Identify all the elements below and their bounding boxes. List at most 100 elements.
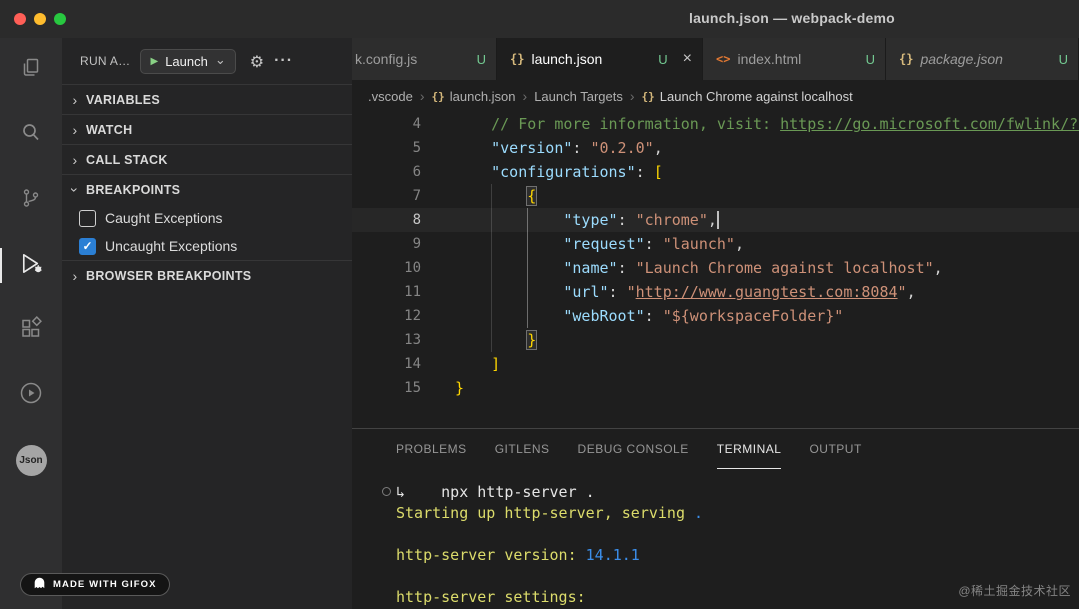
line-number[interactable]: 14 [352, 352, 421, 376]
code-line-11[interactable]: 11 "url": "http://www.guangtest.com:8084… [352, 280, 1079, 304]
git-untracked-badge: U [866, 52, 875, 67]
close-tab-icon[interactable]: × [683, 50, 692, 68]
section-header-call-stack[interactable]: ›CALL STACK [62, 144, 352, 174]
explorer-icon [19, 56, 43, 85]
code-line-text: { [421, 184, 536, 208]
code-line-13[interactable]: 13 } [352, 328, 1079, 352]
window-controls [14, 13, 66, 25]
chevron-right-icon: › [523, 88, 528, 104]
html-file-icon: <> [716, 52, 730, 66]
more-actions-icon[interactable]: ··· [274, 52, 293, 70]
line-number[interactable]: 5 [352, 136, 421, 160]
line-number[interactable]: 10 [352, 256, 421, 280]
line-number[interactable]: 12 [352, 304, 421, 328]
editor-tab-index-html[interactable]: <> index.html U [703, 38, 886, 80]
close-window-button[interactable] [14, 13, 26, 25]
breadcrumb-item-launch-json[interactable]: {}launch.json [431, 89, 515, 104]
run-debug-sidebar: RUN A… ▶ Launch ⌄ ⚙ ··· ›VARIABLES›WATCH… [62, 38, 352, 609]
code-line-5[interactable]: 5 "version": "0.2.0", [352, 136, 1079, 160]
editor-tab-launch-json[interactable]: {}launch.jsonU× [497, 38, 703, 80]
code-line-10[interactable]: 10 "name": "Launch Chrome against localh… [352, 256, 1079, 280]
code-line-text: "webRoot": "${workspaceFolder}" [421, 304, 843, 328]
activity-bar-item-json-badge[interactable]: Json [0, 428, 62, 493]
code-line-text: ] [421, 352, 500, 376]
line-number[interactable]: 15 [352, 376, 421, 400]
chevron-down-icon[interactable]: ⌄ [215, 57, 226, 65]
breadcrumb: .vscode›{}launch.json›Launch Targets›{}L… [352, 80, 1079, 112]
panel-tab-gitlens[interactable]: GITLENS [495, 429, 550, 469]
breadcrumb-item-vscode[interactable]: .vscode [368, 89, 413, 104]
section-header-variables[interactable]: ›VARIABLES [62, 84, 352, 114]
editor-tab-k-config-js[interactable]: k.config.jsU [352, 38, 497, 80]
breakpoint-option-label: Uncaught Exceptions [105, 238, 237, 254]
section-label: BREAKPOINTS [86, 183, 180, 197]
line-number[interactable]: 11 [352, 280, 421, 304]
code-line-text: "configurations": [ [421, 160, 663, 184]
code-lines: 4 // For more information, visit: https:… [352, 112, 1079, 400]
line-number[interactable]: 7 [352, 184, 421, 208]
line-number[interactable]: 8 [352, 208, 421, 232]
code-line-text: "request": "launch", [421, 232, 744, 256]
gear-icon[interactable]: ⚙ [250, 52, 264, 71]
code-line-14[interactable]: 14 ] [352, 352, 1079, 376]
activity-bar-item-source-control[interactable] [0, 168, 62, 233]
activity-bar-item-explorer[interactable] [0, 38, 62, 103]
line-number[interactable]: 13 [352, 328, 421, 352]
breakpoint-option-caught-exceptions[interactable]: Caught Exceptions [62, 204, 352, 232]
code-line-8[interactable]: 8 "type": "chrome", [352, 208, 1079, 232]
checkbox-checked[interactable] [79, 238, 96, 255]
command-decoration-icon[interactable] [382, 487, 391, 496]
section-header-breakpoints[interactable]: ›BREAKPOINTS [62, 174, 352, 204]
activity-bar-item-extensions[interactable] [0, 298, 62, 363]
source-control-icon [19, 186, 43, 215]
code-line-12[interactable]: 12 "webRoot": "${workspaceFolder}" [352, 304, 1079, 328]
code-line-text: } [421, 376, 464, 400]
code-line-text: "version": "0.2.0", [421, 136, 663, 160]
code-line-text: // For more information, visit: https://… [421, 112, 1079, 136]
checkbox-unchecked[interactable] [79, 210, 96, 227]
chevron-right-icon: › [630, 88, 635, 104]
panel-tab-debug-console[interactable]: DEBUG CONSOLE [578, 429, 689, 469]
zoom-window-button[interactable] [54, 13, 66, 25]
code-line-7[interactable]: 7 { [352, 184, 1079, 208]
json-badge-icon: Json [16, 445, 47, 476]
activity-bar-item-search[interactable] [0, 103, 62, 168]
code-editor[interactable]: 4 // For more information, visit: https:… [352, 112, 1079, 428]
minimize-window-button[interactable] [34, 13, 46, 25]
line-number[interactable]: 4 [352, 112, 421, 136]
breadcrumb-label: Launch Targets [534, 89, 623, 104]
extensions-icon [19, 316, 43, 345]
code-line-6[interactable]: 6 "configurations": [ [352, 160, 1079, 184]
section-header-watch[interactable]: ›WATCH [62, 114, 352, 144]
editor-tabs: k.config.jsU{}launch.jsonU×<>index.htmlU… [352, 38, 1079, 80]
watermark: @稀土掘金技术社区 [958, 582, 1071, 599]
json-symbol-icon: {} [431, 90, 444, 103]
section-header-browser-breakpoints[interactable]: ›BROWSER BREAKPOINTS [62, 260, 352, 290]
terminal-line: ↳ npx http-server . [396, 482, 1079, 503]
panel-tab-problems[interactable]: PROBLEMS [396, 429, 467, 469]
code-line-9[interactable]: 9 "request": "launch", [352, 232, 1079, 256]
git-untracked-badge: U [477, 52, 486, 67]
json-file-icon: {} [899, 52, 913, 66]
editor-tab-package-json[interactable]: {}package.jsonU [886, 38, 1079, 80]
breadcrumb-label: Launch Chrome against localhost [660, 89, 853, 104]
activity-bar: Json [0, 38, 62, 609]
search-icon [19, 121, 43, 150]
activity-bar-item-run-and-debug[interactable] [0, 233, 62, 298]
breadcrumb-item-launch-chrome-against-localhost[interactable]: {}Launch Chrome against localhost [642, 89, 853, 104]
breakpoint-option-label: Caught Exceptions [105, 210, 223, 226]
line-number[interactable]: 9 [352, 232, 421, 256]
launch-button[interactable]: ▶ Launch ⌄ [140, 49, 235, 74]
code-line-4[interactable]: 4 // For more information, visit: https:… [352, 112, 1079, 136]
line-number[interactable]: 6 [352, 160, 421, 184]
code-line-15[interactable]: 15} [352, 376, 1079, 400]
panel-tab-terminal[interactable]: TERMINAL [717, 429, 782, 469]
panel-tab-output[interactable]: OUTPUT [809, 429, 861, 469]
breakpoint-option-uncaught-exceptions[interactable]: Uncaught Exceptions [62, 232, 352, 260]
editor-area: k.config.jsU{}launch.jsonU×<>index.htmlU… [352, 38, 1079, 609]
breadcrumb-item-launch-targets[interactable]: Launch Targets [534, 89, 623, 104]
activity-bar-item-run-circle[interactable] [0, 363, 62, 428]
chevron-right-icon: › [67, 92, 83, 108]
tab-label: launch.json [531, 51, 602, 67]
tab-label: index.html [737, 51, 801, 67]
